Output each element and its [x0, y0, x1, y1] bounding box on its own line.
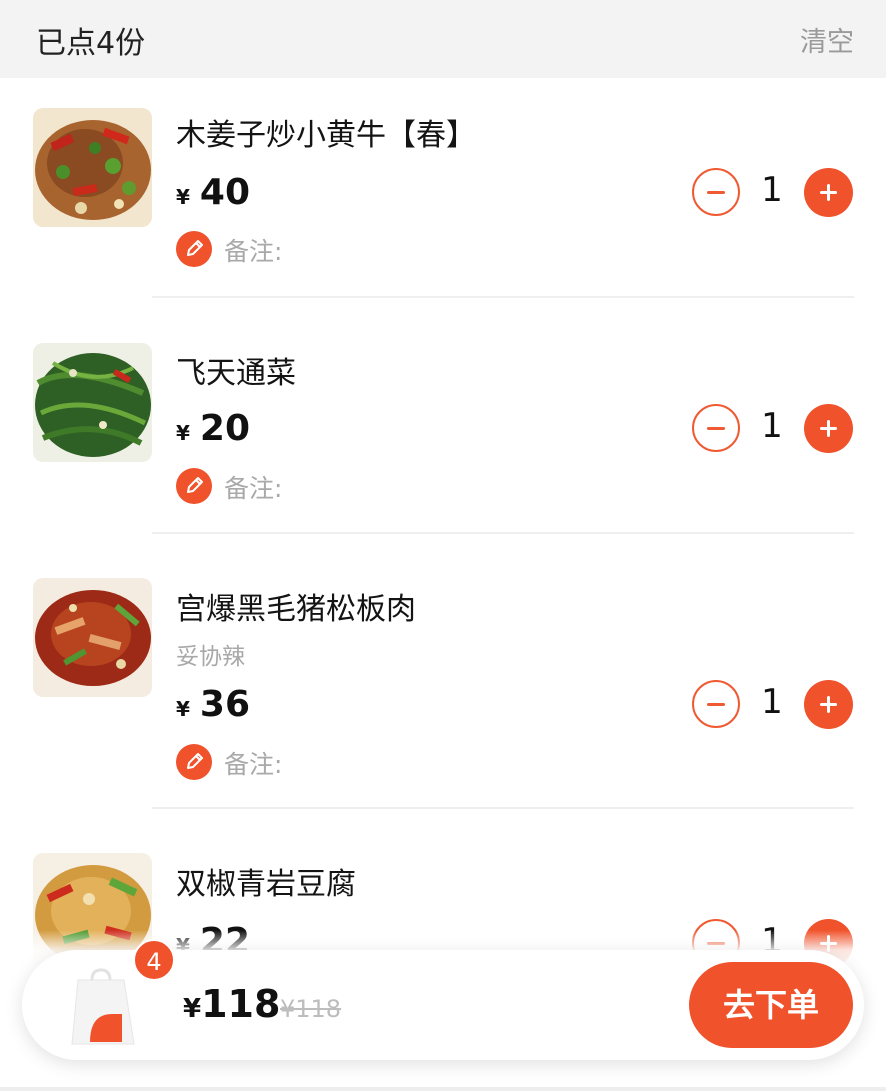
- price-value: 20: [199, 408, 251, 449]
- checkout-button[interactable]: 去下单: [689, 962, 853, 1048]
- increase-button[interactable]: [804, 168, 853, 217]
- spice-level: 妥协辣: [176, 644, 245, 670]
- clear-button[interactable]: 清空: [800, 20, 854, 59]
- total-value: 118: [201, 982, 281, 1026]
- header: 已点4份 清空: [0, 0, 886, 78]
- dish-price: ¥40: [176, 172, 250, 213]
- dish-image: [33, 578, 152, 697]
- dish-image: [33, 343, 152, 462]
- currency-symbol: ¥: [176, 421, 190, 445]
- dish-name: 木姜子炒小黄牛【春】: [176, 118, 476, 153]
- cart-count-badge: 4: [133, 939, 175, 981]
- original-price: ¥118: [280, 995, 342, 1023]
- dish-price: ¥36: [176, 684, 250, 725]
- note-label: 备注:: [224, 474, 283, 503]
- cart-item-list: 木姜子炒小黄牛【春】 ¥40 备注: 1 飞天通菜 ¥ 20 备注: 1 宫爆黑…: [0, 78, 886, 1009]
- dish-name: 宫爆黑毛猪松板肉: [176, 592, 416, 627]
- currency-symbol: ¥: [176, 185, 190, 209]
- dish-name: 双椒青岩豆腐: [176, 867, 356, 902]
- decrease-button[interactable]: [692, 168, 740, 216]
- quantity-value: 1: [761, 170, 783, 210]
- currency-symbol: ¥: [176, 697, 190, 721]
- quantity-value: 1: [761, 406, 783, 446]
- dish-image: [33, 108, 152, 227]
- increase-button[interactable]: [804, 404, 853, 453]
- increase-button[interactable]: [804, 680, 853, 729]
- list-item: 飞天通菜 ¥20 备注: 1: [0, 298, 886, 534]
- order-count-title: 已点4份: [36, 26, 146, 61]
- note-label: 备注:: [224, 750, 283, 779]
- note-label: 备注:: [224, 237, 283, 266]
- decrease-button[interactable]: [692, 404, 740, 452]
- currency-symbol: ¥: [183, 994, 202, 1024]
- pencil-icon: [176, 231, 212, 267]
- quantity-value: 1: [761, 682, 783, 722]
- list-item: 木姜子炒小黄牛【春】 ¥40 备注: 1: [0, 78, 886, 298]
- price-value: 36: [199, 684, 251, 725]
- list-item: 宫爆黑毛猪松板肉 妥协辣 ¥36 备注: 1: [0, 534, 886, 809]
- price-value: 40: [199, 172, 251, 213]
- dish-price: ¥20: [176, 408, 250, 449]
- dish-name: 飞天通菜: [176, 356, 296, 391]
- bottom-border: [0, 1087, 886, 1091]
- pencil-icon: [176, 468, 212, 504]
- decrease-button[interactable]: [692, 680, 740, 728]
- pencil-icon: [176, 744, 212, 780]
- cart-total: ¥118: [183, 982, 280, 1026]
- shopping-bag-icon[interactable]: [68, 968, 140, 1046]
